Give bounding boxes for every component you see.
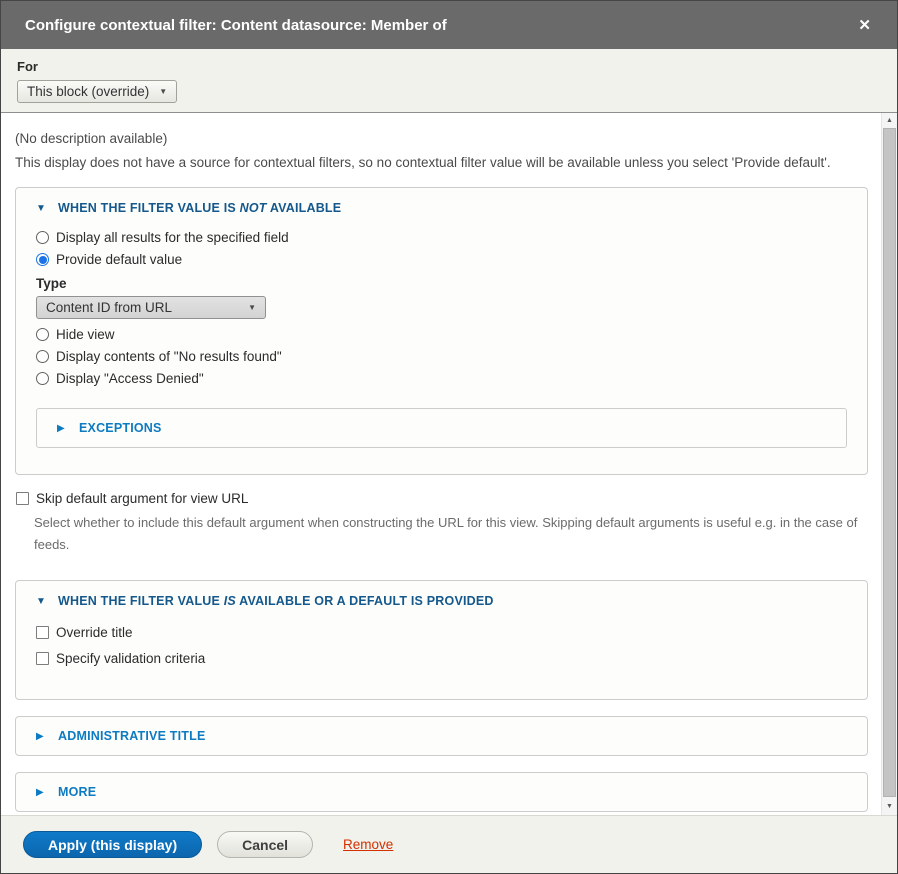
radio-display-access-denied[interactable]: Display "Access Denied" [36, 371, 847, 386]
for-display-select[interactable]: This block (override) ▼ [17, 80, 177, 103]
radio-icon[interactable] [36, 231, 49, 244]
for-section: For This block (override) ▼ [1, 49, 897, 113]
checkbox-icon[interactable] [36, 626, 49, 639]
fieldset-more-summary[interactable]: ▶ MORE [16, 773, 867, 811]
fieldset-filter-available-summary[interactable]: ▼ WHEN THE FILTER VALUE IS AVAILABLE OR … [16, 581, 867, 621]
checkbox-icon[interactable] [16, 492, 29, 505]
fieldset-filter-not-available-title: WHEN THE FILTER VALUE IS NOT AVAILABLE [58, 201, 341, 215]
for-display-select-value: This block (override) [27, 84, 149, 99]
checkbox-label: Specify validation criteria [56, 651, 205, 666]
triangle-down-icon: ▼ [36, 203, 58, 214]
fieldset-administrative-title-summary[interactable]: ▶ ADMINISTRATIVE TITLE [16, 717, 867, 755]
fieldset-exceptions-summary[interactable]: ▶ EXCEPTIONS [37, 409, 846, 447]
scroll-down-icon[interactable]: ▼ [882, 799, 897, 813]
no-description-text: (No description available) [15, 131, 868, 146]
fieldset-more-title: MORE [58, 785, 96, 799]
type-label: Type [36, 276, 847, 291]
remove-link[interactable]: Remove [343, 837, 393, 852]
radio-hide-view[interactable]: Hide view [36, 327, 847, 342]
scroll-up-icon[interactable]: ▲ [882, 113, 897, 127]
default-type-select-value: Content ID from URL [46, 300, 172, 315]
fieldset-more: ▶ MORE [15, 772, 868, 812]
scrollbar-thumb[interactable] [883, 128, 896, 797]
radio-label: Provide default value [56, 252, 182, 267]
radio-display-no-results[interactable]: Display contents of "No results found" [36, 349, 847, 364]
close-button[interactable]: ✕ [854, 14, 875, 37]
radio-provide-default-value[interactable]: Provide default value [36, 252, 847, 267]
fieldset-filter-available-title: WHEN THE FILTER VALUE IS AVAILABLE OR A … [58, 594, 494, 608]
checkbox-icon[interactable] [36, 652, 49, 665]
triangle-right-icon: ▶ [36, 787, 58, 798]
scroll-area: (No description available) This display … [1, 113, 881, 815]
triangle-right-icon: ▶ [57, 423, 79, 434]
radio-icon[interactable] [36, 328, 49, 341]
fieldset-filter-not-available-summary[interactable]: ▼ WHEN THE FILTER VALUE IS NOT AVAILABLE [16, 188, 867, 228]
fieldset-exceptions-title: EXCEPTIONS [79, 421, 162, 435]
vertical-scrollbar[interactable]: ▲ ▼ [881, 113, 897, 815]
skip-default-description: Select whether to include this default a… [34, 512, 862, 556]
dialog-footer: Apply (this display) Cancel Remove [1, 815, 897, 873]
dialog-title: Configure contextual filter: Content dat… [25, 17, 854, 34]
configure-contextual-filter-dialog: Configure contextual filter: Content dat… [0, 0, 898, 874]
chevron-down-icon: ▼ [248, 303, 256, 312]
cancel-button[interactable]: Cancel [217, 831, 313, 858]
warning-text: This display does not have a source for … [15, 155, 868, 170]
triangle-right-icon: ▶ [36, 731, 58, 742]
triangle-down-icon: ▼ [36, 596, 58, 607]
chevron-down-icon: ▼ [159, 87, 167, 96]
radio-icon[interactable] [36, 350, 49, 363]
apply-button[interactable]: Apply (this display) [23, 831, 202, 858]
radio-label: Display "Access Denied" [56, 371, 204, 386]
dialog-content: (No description available) This display … [1, 113, 897, 815]
default-type-select[interactable]: Content ID from URL ▼ [36, 296, 266, 319]
fieldset-filter-available: ▼ WHEN THE FILTER VALUE IS AVAILABLE OR … [15, 580, 868, 700]
checkbox-specify-validation[interactable]: Specify validation criteria [36, 651, 847, 666]
radio-label: Hide view [56, 327, 115, 342]
dialog-titlebar: Configure contextual filter: Content dat… [1, 1, 897, 49]
checkbox-label: Override title [56, 625, 133, 640]
for-label: For [17, 59, 881, 74]
radio-icon[interactable] [36, 372, 49, 385]
radio-display-all-results[interactable]: Display all results for the specified fi… [36, 230, 847, 245]
radio-label: Display all results for the specified fi… [56, 230, 289, 245]
fieldset-filter-not-available: ▼ WHEN THE FILTER VALUE IS NOT AVAILABLE… [15, 187, 868, 475]
close-icon: ✕ [858, 17, 871, 34]
fieldset-filter-not-available-body: Display all results for the specified fi… [16, 228, 867, 474]
radio-icon[interactable] [36, 253, 49, 266]
fieldset-filter-available-body: Override title Specify validation criter… [16, 621, 867, 699]
fieldset-exceptions: ▶ EXCEPTIONS [36, 408, 847, 448]
checkbox-skip-default-argument[interactable]: Skip default argument for view URL [16, 491, 868, 506]
checkbox-label: Skip default argument for view URL [36, 491, 248, 506]
fieldset-administrative-title-title: ADMINISTRATIVE TITLE [58, 729, 206, 743]
fieldset-administrative-title: ▶ ADMINISTRATIVE TITLE [15, 716, 868, 756]
radio-label: Display contents of "No results found" [56, 349, 282, 364]
checkbox-override-title[interactable]: Override title [36, 625, 847, 640]
